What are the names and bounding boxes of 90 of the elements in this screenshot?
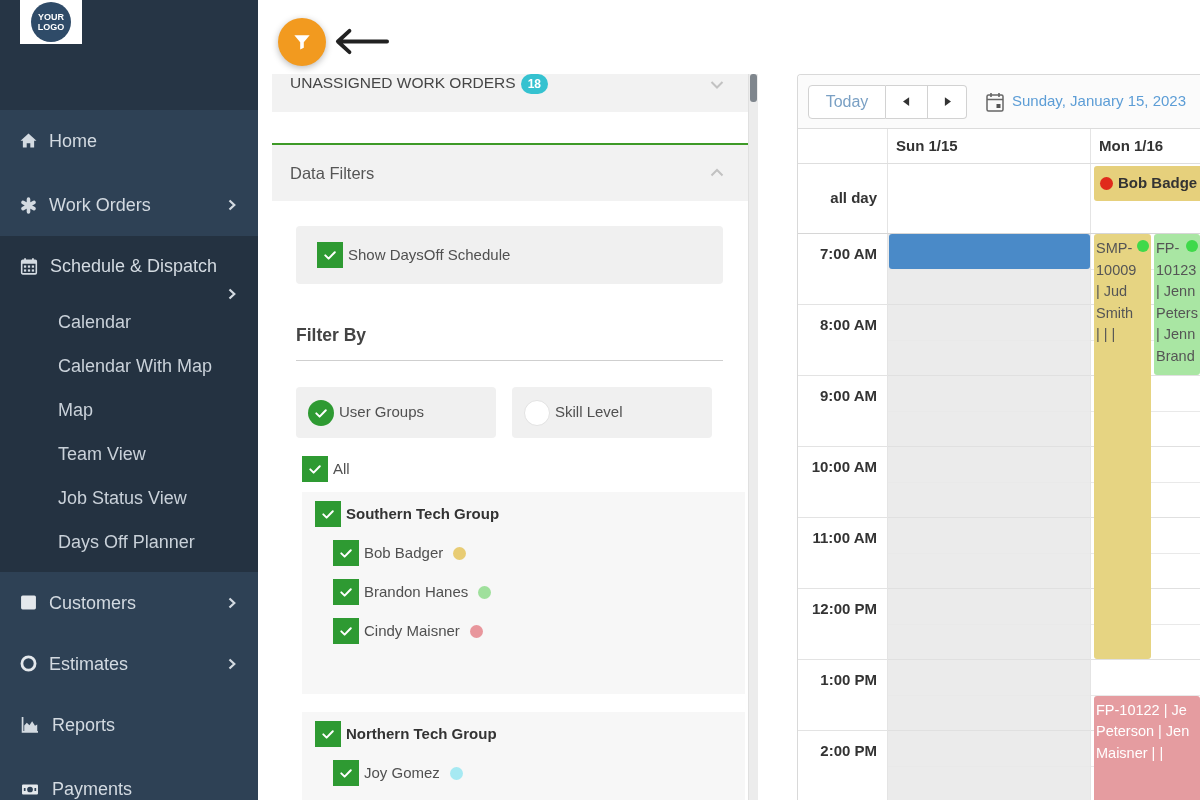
event-text: Smith [1096,303,1134,323]
section-title: Data Filters [290,162,375,184]
nav-item[interactable]: Work Orders [20,193,236,217]
checkbox[interactable] [333,540,359,566]
checkbox[interactable] [333,579,359,605]
submenu-item[interactable]: Team View [58,441,146,466]
calendar-event[interactable]: Bob Badge [1094,166,1200,201]
logo-text: LOGO [37,22,65,32]
submenu-item[interactable]: Job Status View [58,485,187,510]
asterisk-icon [20,196,37,214]
filter-button[interactable] [278,18,326,66]
checkbox-label: Northern Tech Group [346,724,497,744]
count-badge: 18 [520,74,548,94]
event-text: | Jud [1096,282,1128,301]
time-label: 8:00 AM [820,316,877,333]
event-text: Peterson | Jen [1096,722,1190,741]
event-text: 10123 [1156,260,1197,280]
event-text: | | | [1096,325,1116,344]
event-text: Peters [1156,303,1198,323]
section-title: UNASSIGNED WORK ORDERS [290,74,516,92]
nav-item[interactable]: Estimates [20,651,236,676]
nav-item[interactable]: Payments [20,777,133,800]
caret-left-icon [903,97,910,106]
time-label: 10:00 AM [811,458,877,475]
nav-item[interactable]: Reports [20,712,116,737]
accordion-header[interactable]: Data Filters [272,143,748,201]
checkbox-label: Brandon Hanes [364,582,469,602]
chevron-right-icon [228,657,236,670]
area-chart-icon [20,716,40,733]
chevron-right-icon [228,288,236,300]
checkbox[interactable] [333,618,359,644]
checkbox[interactable] [317,242,343,268]
submenu-item[interactable]: Calendar [58,309,132,334]
chevron-down-icon [710,80,724,90]
arrow-left-icon [334,28,390,55]
time-label: 7:00 AM [820,245,877,262]
calendar-icon [20,257,38,275]
checkbox-label: Joy Gomez [364,763,440,783]
section-heading: Filter By [296,324,367,346]
calendar-event[interactable]: SMP- 10009 | Jud Smith | | | [1094,234,1151,659]
event-text: | Jenn [1156,325,1196,344]
house-icon [20,132,37,149]
logo-text: YOUR [38,12,64,22]
checkbox[interactable] [302,456,328,482]
checkbox-label: Southern Tech Group [346,504,500,524]
calendar-icon [986,91,1004,112]
ring-icon [20,655,37,672]
checkbox-label: Show DaysOff Schedule [348,245,511,265]
checkbox-label: Cindy Maisner [364,621,460,641]
event-text: 10009 [1096,260,1137,280]
day-header: Mon 1/16 [1099,135,1164,156]
chevron-right-icon [228,199,236,211]
event-text: FP-10122 | Je [1096,700,1187,720]
time-label: 9:00 AM [820,387,877,404]
checkbox-label: Bob Badger [364,543,444,563]
filter-option[interactable]: User Groups [296,387,496,438]
time-label: 2:00 PM [820,742,877,759]
scrollbar[interactable] [748,74,758,800]
accordion-header[interactable]: UNASSIGNED WORK ORDERS 18 [272,74,748,112]
square-icon [20,594,37,611]
time-label: 12:00 PM [811,600,877,617]
checkbox[interactable] [315,721,341,747]
submenu-item[interactable]: Map [58,397,93,422]
checkbox[interactable] [315,501,341,527]
event-text: SMP- [1096,239,1133,258]
time-label: 1:00 PM [820,671,877,688]
caret-right-icon [943,97,951,106]
filter-icon [293,33,311,51]
nav-item[interactable]: Customers [20,590,236,615]
nav-item[interactable]: Schedule & Dispatch [20,254,236,300]
all-day-label: all day [830,188,877,209]
radio-button[interactable] [308,399,334,426]
chevron-up-icon [710,168,724,178]
event-text: Brand [1156,346,1195,366]
event-text: Bob Badge [1118,173,1198,194]
time-label: 11:00 AM [812,529,877,546]
checkbox-label: All [333,459,350,479]
next-button[interactable] [928,84,967,119]
submenu-item[interactable]: Days Off Planner [58,529,195,554]
checkbox[interactable] [333,760,359,786]
submenu-item[interactable]: Calendar With Map [58,353,213,378]
chevron-right-icon [228,596,236,609]
event-text: FP- [1156,239,1180,258]
radio-button[interactable] [524,399,550,426]
day-header: Sun 1/15 [896,135,958,156]
event-text: | Jenn [1156,282,1196,301]
event-text: Maisner | | [1096,743,1164,763]
filter-option[interactable]: Skill Level [512,387,712,438]
calendar-event[interactable]: FP- 10123 | Jenn Peters | Jenn Brand [1154,234,1200,375]
nav-item[interactable]: Home [20,128,97,153]
